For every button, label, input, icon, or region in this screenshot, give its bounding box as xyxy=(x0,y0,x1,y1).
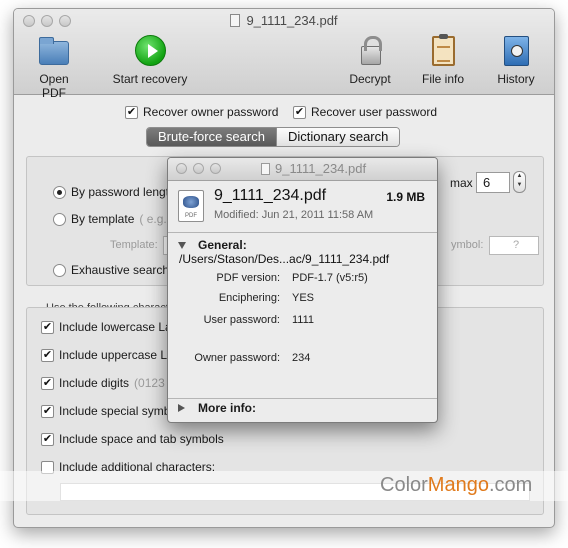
max-label: max xyxy=(450,176,473,190)
pdf-file-icon: PDF xyxy=(178,190,204,222)
divider xyxy=(168,232,437,233)
by-length-label: By password length xyxy=(71,185,176,199)
watermark-text: ColorMango.com xyxy=(380,474,532,497)
recover-user-label: Recover user password xyxy=(311,105,438,119)
radio-selected-icon[interactable] xyxy=(53,185,66,199)
checkbox-checked-icon[interactable]: ✔ xyxy=(41,376,54,390)
radio-icon[interactable] xyxy=(53,263,66,277)
include-special-checkbox[interactable]: ✔ Include special symb xyxy=(41,404,170,418)
by-length-option[interactable]: By password length xyxy=(53,185,176,199)
disclosure-open-icon[interactable] xyxy=(178,242,186,249)
include-lowercase-checkbox[interactable]: ✔ Include lowercase La xyxy=(41,320,172,334)
document-icon xyxy=(261,163,270,175)
panel-title: 9_1111_234.pdf xyxy=(261,161,366,176)
checkbox-checked-icon[interactable]: ✔ xyxy=(41,320,54,334)
include-space-tab-label: Include space and tab symbols xyxy=(59,432,224,446)
symbol-input[interactable]: ? xyxy=(489,236,539,255)
by-template-option[interactable]: By template ( e.g. te xyxy=(53,212,180,226)
start-recovery-label: Start recovery xyxy=(112,72,188,86)
decrypt-button[interactable]: Decrypt xyxy=(344,35,396,86)
by-template-label: By template xyxy=(71,212,135,226)
template-label: Template: xyxy=(110,239,158,251)
stepper-down-icon[interactable]: ▼ xyxy=(514,181,525,190)
checkbox-checked-icon[interactable]: ✔ xyxy=(125,105,138,119)
recover-owner-checkbox[interactable]: ✔ Recover owner password xyxy=(125,105,278,119)
tab-dictionary[interactable]: Dictionary search xyxy=(275,128,400,146)
include-uppercase-label: Include uppercase La xyxy=(59,348,174,362)
user-password-label: User password: xyxy=(203,314,280,326)
recover-owner-label: Recover owner password xyxy=(143,105,279,119)
stepper-up-icon[interactable]: ▲ xyxy=(514,172,525,181)
watermark-brand-part2: Mango xyxy=(427,474,489,496)
lock-icon xyxy=(361,36,382,65)
decrypt-label: Decrypt xyxy=(349,72,391,86)
window-title-text: 9_1111_234.pdf xyxy=(246,13,338,28)
title-bar: 9_1111_234.pdf Open PDF Start recovery D… xyxy=(14,9,554,100)
panel-zoom-button[interactable] xyxy=(210,163,221,174)
include-special-label: Include special symb xyxy=(59,404,171,418)
more-info-section-header[interactable]: More info: xyxy=(198,401,256,415)
checkbox-checked-icon[interactable]: ✔ xyxy=(41,404,54,418)
include-lowercase-label: Include lowercase La xyxy=(59,320,172,334)
radio-icon[interactable] xyxy=(53,212,66,226)
disclosure-closed-icon[interactable] xyxy=(178,404,185,412)
pdf-version-value: PDF-1.7 (v5:r5) xyxy=(292,272,368,284)
watermark-suffix: .com xyxy=(488,474,533,496)
tab-brute-force[interactable]: Brute-force search xyxy=(147,128,276,146)
file-path: /Users/Stason/Des...ac/9_1111_234.pdf xyxy=(179,252,390,266)
panel-minimize-button[interactable] xyxy=(193,163,204,174)
panel-close-button[interactable] xyxy=(176,163,187,174)
digits-hint: (0123 xyxy=(134,376,165,390)
folder-icon xyxy=(39,37,69,65)
checkbox-checked-icon[interactable]: ✔ xyxy=(293,105,306,119)
history-label: History xyxy=(497,72,535,86)
general-section-header[interactable]: General: xyxy=(198,238,247,252)
file-info-panel: 9_1111_234.pdf PDF 9_1111_234.pdf 1.9 MB… xyxy=(167,157,438,423)
file-info-button[interactable]: File info xyxy=(414,34,472,86)
window-title: 9_1111_234.pdf xyxy=(14,13,554,28)
panel-window-controls xyxy=(176,163,221,174)
divider xyxy=(168,398,437,399)
exhaustive-label: Exhaustive search xyxy=(71,263,170,277)
panel-title-text: 9_1111_234.pdf xyxy=(275,161,367,176)
include-space-tab-checkbox[interactable]: ✔ Include space and tab symbols xyxy=(41,432,224,446)
start-recovery-button[interactable]: Start recovery xyxy=(98,35,202,86)
file-name: 9_1111_234.pdf xyxy=(214,187,327,204)
include-uppercase-checkbox[interactable]: ✔ Include uppercase La xyxy=(41,348,174,362)
pdf-icon-label: PDF xyxy=(185,213,197,219)
search-mode-tabs: Brute-force search Dictionary search xyxy=(146,127,401,147)
symbol-label: ymbol: xyxy=(451,239,484,251)
enciphering-label: Enciphering: xyxy=(218,292,280,304)
checkbox-checked-icon[interactable]: ✔ xyxy=(41,432,54,446)
max-length-input[interactable]: 6 xyxy=(476,172,510,193)
checkbox-checked-icon[interactable]: ✔ xyxy=(41,348,54,362)
owner-password-value: 234 xyxy=(292,352,311,364)
file-size: 1.9 MB xyxy=(386,190,425,204)
include-digits-label: Include digits xyxy=(59,376,130,390)
history-button[interactable]: History xyxy=(490,35,542,86)
play-icon xyxy=(135,35,166,66)
include-digits-checkbox[interactable]: ✔ Include digits (0123 xyxy=(41,376,165,390)
document-icon xyxy=(230,14,241,27)
enciphering-value: YES xyxy=(292,292,315,304)
user-password-value: 1111 xyxy=(292,314,315,326)
recover-user-checkbox[interactable]: ✔ Recover user password xyxy=(293,105,437,119)
open-pdf-button[interactable]: Open PDF xyxy=(26,35,82,100)
owner-password-label: Owner password: xyxy=(194,352,280,364)
modified-date: Modified: Jun 21, 2011 11:58 AM xyxy=(214,209,374,221)
file-info-label: File info xyxy=(421,72,465,86)
clipboard-icon xyxy=(432,34,455,66)
open-pdf-label: Open PDF xyxy=(39,72,69,100)
max-length-stepper[interactable]: ▲ ▼ xyxy=(513,171,526,193)
exhaustive-option[interactable]: Exhaustive search ( xyxy=(53,263,178,277)
history-icon xyxy=(504,36,529,66)
pdf-version-label: PDF version: xyxy=(216,272,280,284)
panel-title-bar: 9_1111_234.pdf xyxy=(168,158,437,181)
watermark-brand-part1: Color xyxy=(380,474,428,496)
